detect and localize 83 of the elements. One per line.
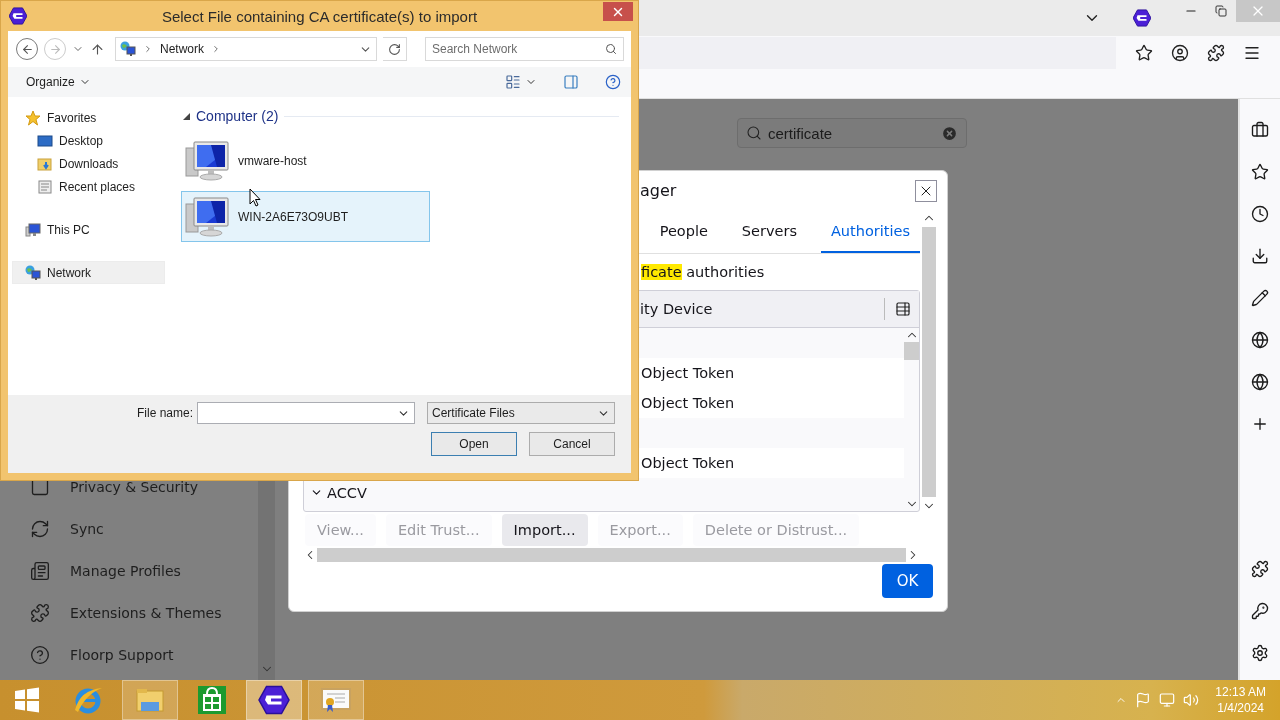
dialog-title: Select File containing CA certificate(s) to import bbox=[160, 8, 479, 25]
toolbox-icon[interactable] bbox=[1251, 121, 1269, 139]
desktop-icon bbox=[37, 132, 53, 149]
network-icon bbox=[25, 264, 41, 281]
menu-icon[interactable] bbox=[1243, 44, 1261, 62]
nav-item[interactable]: Downloads bbox=[12, 152, 165, 175]
ok-button[interactable]: OK bbox=[882, 563, 933, 598]
dialog-button[interactable]: Cancel bbox=[529, 432, 615, 456]
view-options-icon[interactable] bbox=[505, 74, 521, 90]
star-icon[interactable] bbox=[1251, 163, 1269, 181]
search-icon bbox=[746, 125, 762, 141]
recent-places-icon bbox=[37, 178, 53, 195]
tab[interactable]: Servers bbox=[731, 210, 807, 253]
pc-icon bbox=[25, 221, 41, 238]
organize-menu[interactable]: Organize bbox=[26, 75, 75, 89]
computer-item[interactable]: WIN-2A6E73O9UBT bbox=[181, 191, 430, 242]
horizontal-scrollbar[interactable] bbox=[317, 547, 906, 562]
scroll-thumb[interactable] bbox=[904, 341, 919, 360]
computer-item[interactable]: vmware-host bbox=[181, 135, 430, 186]
store-bag-icon[interactable] bbox=[197, 685, 227, 715]
settings-nav-icon bbox=[30, 645, 50, 665]
search-field[interactable]: Search Network bbox=[425, 37, 624, 61]
add-icon[interactable] bbox=[1251, 415, 1269, 433]
nav-item[interactable]: Favorites bbox=[12, 106, 165, 129]
restore-icon[interactable] bbox=[1215, 5, 1227, 17]
account-icon[interactable] bbox=[1171, 44, 1189, 62]
action-button[interactable]: Import... bbox=[501, 513, 588, 546]
globe-icon[interactable] bbox=[1251, 331, 1269, 349]
network-icon bbox=[120, 41, 136, 57]
help-icon[interactable] bbox=[605, 74, 621, 90]
refresh-button[interactable] bbox=[383, 37, 407, 61]
settings-nav-icon bbox=[30, 603, 50, 623]
column-picker-icon[interactable] bbox=[895, 300, 911, 317]
preview-pane-icon[interactable] bbox=[563, 74, 579, 90]
extensions-icon[interactable] bbox=[1207, 44, 1225, 62]
nav-item[interactable]: This PC bbox=[12, 218, 165, 241]
search-field[interactable]: certificate bbox=[737, 118, 967, 148]
downloads-folder-icon bbox=[37, 155, 53, 172]
star-icon bbox=[25, 109, 41, 126]
settings-nav-item[interactable]: Extensions & Themes bbox=[0, 592, 258, 634]
settings-nav-icon bbox=[30, 561, 50, 581]
dialog-button[interactable]: Open bbox=[431, 432, 517, 456]
floorp-logo bbox=[1133, 9, 1151, 27]
computer-icon bbox=[184, 139, 232, 182]
computer-icon bbox=[184, 195, 232, 238]
certificate-icon[interactable] bbox=[321, 687, 351, 713]
settings-nav-icon bbox=[30, 519, 50, 539]
forward-arrow-icon bbox=[48, 42, 62, 56]
floorp-logo[interactable] bbox=[258, 685, 290, 715]
column-header[interactable]: ity Device bbox=[640, 300, 884, 317]
download-icon[interactable] bbox=[1251, 247, 1269, 265]
settings-icon[interactable] bbox=[1251, 644, 1269, 662]
scrollbar-thumb[interactable] bbox=[921, 226, 936, 497]
globe-icon[interactable] bbox=[1251, 373, 1269, 391]
search-icon bbox=[605, 43, 617, 55]
collapse-triangle-icon[interactable] bbox=[183, 112, 190, 120]
tab[interactable]: People bbox=[649, 210, 718, 253]
settings-nav-item[interactable]: Floorp Support bbox=[0, 634, 258, 676]
pencil-icon[interactable] bbox=[1251, 289, 1269, 307]
clear-icon[interactable] bbox=[941, 124, 958, 142]
back-arrow-icon bbox=[20, 42, 34, 56]
settings-nav-item[interactable]: Manage Profiles bbox=[0, 550, 258, 592]
file-name-field[interactable] bbox=[197, 402, 415, 424]
file-name-label: File name: bbox=[136, 406, 193, 420]
settings-nav-item[interactable]: Sync bbox=[0, 508, 258, 550]
tab[interactable]: Authorities bbox=[820, 210, 920, 253]
bookmark-star-icon[interactable] bbox=[1135, 44, 1153, 62]
file-type-select[interactable]: Certificate Files bbox=[427, 402, 615, 424]
group-header[interactable]: Computer (2) bbox=[196, 108, 279, 124]
cursor-icon bbox=[249, 188, 261, 207]
close-button[interactable] bbox=[915, 179, 937, 202]
address-field[interactable]: Network bbox=[115, 37, 377, 61]
refresh-icon bbox=[388, 42, 401, 56]
nav-item[interactable]: Network bbox=[12, 261, 165, 284]
windows-start-icon[interactable] bbox=[13, 686, 41, 714]
history-clock-icon[interactable] bbox=[1251, 205, 1269, 223]
floorp-logo bbox=[9, 7, 27, 25]
nav-item[interactable]: Recent places bbox=[12, 175, 165, 198]
nav-item[interactable]: Desktop bbox=[12, 129, 165, 152]
key-icon[interactable] bbox=[1251, 602, 1269, 620]
tree-group-row[interactable]: ACCV bbox=[304, 477, 904, 508]
extensions-icon[interactable] bbox=[1251, 560, 1269, 578]
dialog-title: ager bbox=[640, 181, 678, 201]
